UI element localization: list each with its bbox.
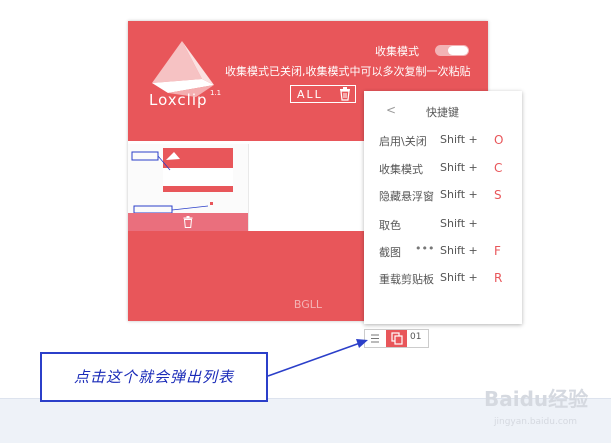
shortcut-name: 收集模式 [379,163,423,176]
shortcut-key: C [494,161,503,175]
shortcut-name: 重载剪贴板 [379,273,434,286]
list-toggle-button[interactable] [365,330,385,347]
collect-mode-label: 收集模式 [375,45,419,58]
shortcut-name: 隐藏悬浮窗 [379,190,434,203]
all-button-label: ALL [297,88,323,101]
shortcut-row[interactable]: 重载剪贴板 Shift + R [364,271,522,289]
more-icon: ••• [415,242,435,255]
clip-count: 01 [410,332,422,342]
shortcut-name: 启用\关闭 [379,135,427,148]
shortcut-key: F [494,244,501,258]
shortcut-row[interactable]: 收集模式 Shift + C [364,161,522,179]
collect-mode-status: 收集模式已关闭,收集模式中可以多次复制一次粘贴 [225,65,471,78]
shortcuts-popover: < 快捷键 启用\关闭 Shift + O 收集模式 Shift + C 隐藏悬… [364,91,522,324]
shortcut-modifier: Shift + [440,133,478,146]
annotation-text: 点击这个就会弹出列表 [73,368,234,386]
shortcut-name: 截图 [379,246,401,259]
watermark-url: jingyan.baidu.com [493,417,577,427]
watermark-text: Baidu经验 [484,387,588,411]
back-button[interactable]: < [386,103,396,117]
toggle-knob [448,46,468,55]
list-icon [371,334,379,343]
shortcut-row[interactable]: 取色 Shift + [364,217,522,235]
app-name: Loxclip [149,91,208,109]
delete-clip-icon[interactable] [183,216,193,228]
shortcut-modifier: Shift + [440,244,478,257]
screenshot-preview-image [131,148,233,214]
clipboard-button[interactable] [386,330,407,347]
loxclip-logo-icon [152,41,214,97]
shortcut-row[interactable]: 隐藏悬浮窗 Shift + S [364,188,522,206]
trash-icon [340,87,350,101]
clear-all-button[interactable]: ALL [290,85,356,103]
collect-mode-toggle[interactable] [435,45,469,56]
shortcut-modifier: Shift + [440,161,478,174]
shortcut-row[interactable]: 启用\关闭 Shift + O [364,133,522,151]
shortcut-modifier: Shift + [440,217,478,230]
shortcut-key: O [494,133,504,147]
app-version: 1.1 [210,89,222,97]
clip-item-footer [128,213,248,231]
shortcut-modifier: Shift + [440,271,478,284]
shortcuts-title: 快捷键 [426,106,459,119]
shortcut-key: S [494,188,502,202]
shortcut-row[interactable]: 截图 ••• Shift + F [364,242,522,262]
baidu-jingyan-watermark: Baidu经验 jingyan.baidu.com [484,387,588,427]
shortcut-modifier: Shift + [440,188,478,201]
annotation-callout: 点击这个就会弹出列表 [40,352,268,402]
shortcut-key: R [494,271,503,285]
copy-icon [391,332,403,345]
shortcut-name: 取色 [379,219,401,232]
floating-tab: 01 [364,329,429,348]
